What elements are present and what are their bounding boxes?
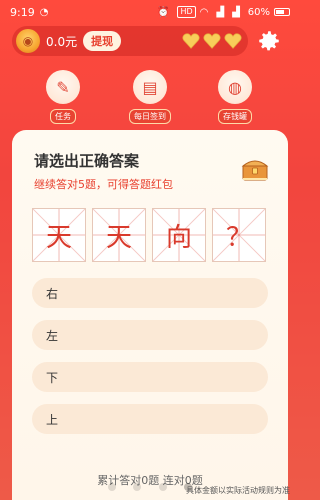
shortcut-label: 存钱罐 [218,109,252,124]
question-subtitle: 继续答对5题，可得答题红包 [34,178,173,191]
shortcut-task[interactable]: ✎ 任务 [33,70,93,124]
status-bar: 9:19 ◔ ⏰ HD ◠ ▟ ▟ 60% [0,0,300,24]
battery-icon [274,8,290,16]
shortcut-label: 任务 [50,109,76,124]
answer-options: 右 左 下 上 [32,278,268,446]
balance-amount: 0.0元 [46,34,78,49]
char-box: 天 [32,208,86,262]
alarm-icon: ⏰ [156,6,170,18]
option-button[interactable]: 右 [32,278,268,308]
piggy-bank-icon: ◍ [218,70,252,104]
hd-badge: HD [177,6,196,18]
withdraw-button[interactable]: 提现 [83,31,122,51]
page-dot [158,483,167,491]
option-button[interactable]: 上 [32,404,268,434]
char-box-blank: ？ [212,208,266,262]
checkin-icon: ▤ [133,70,167,104]
shortcut-piggy-bank[interactable]: ◍ 存钱罐 [205,70,265,124]
settings-button[interactable] [252,26,286,56]
task-icon: ✎ [46,70,80,104]
page-dot [133,483,142,491]
status-time: 9:19 [10,5,35,19]
notification-icon: ◔ [39,6,49,18]
char-box: 向 [152,208,206,262]
gear-icon [259,31,279,51]
heart-icon [182,33,200,49]
wifi-icon: ◠ [199,6,209,18]
battery-percent: 60% [247,6,270,18]
heart-icon [203,33,221,49]
idiom-characters: 天 天 向 ？ [32,208,268,262]
shortcut-label: 每日签到 [129,109,171,124]
heart-icon [224,33,242,49]
disclaimer: 具体金额以实际活动规则为准 [186,486,290,495]
page-dot [108,483,117,491]
top-bar: ◉ 0.0元 提现 [12,26,248,56]
char-box: 天 [92,208,146,262]
shortcut-checkin[interactable]: ▤ 每日签到 [120,70,180,124]
signal-icon: ▟ [216,6,225,18]
question-card: 请选出正确答案 继续答对5题，可得答题红包 天 天 向 ？ 右 左 下 上 累计… [12,130,288,500]
treasure-chest-icon[interactable] [240,154,270,184]
question-title: 请选出正确答案 [34,152,140,170]
shortcut-bar: ✎ 任务 ▤ 每日签到 ◍ 存钱罐 [0,70,300,124]
avatar[interactable]: ◉ [16,29,40,53]
signal-icon-2: ▟ [232,6,240,18]
option-button[interactable]: 左 [32,320,268,350]
option-button[interactable]: 下 [32,362,268,392]
lives-hearts [182,33,242,49]
